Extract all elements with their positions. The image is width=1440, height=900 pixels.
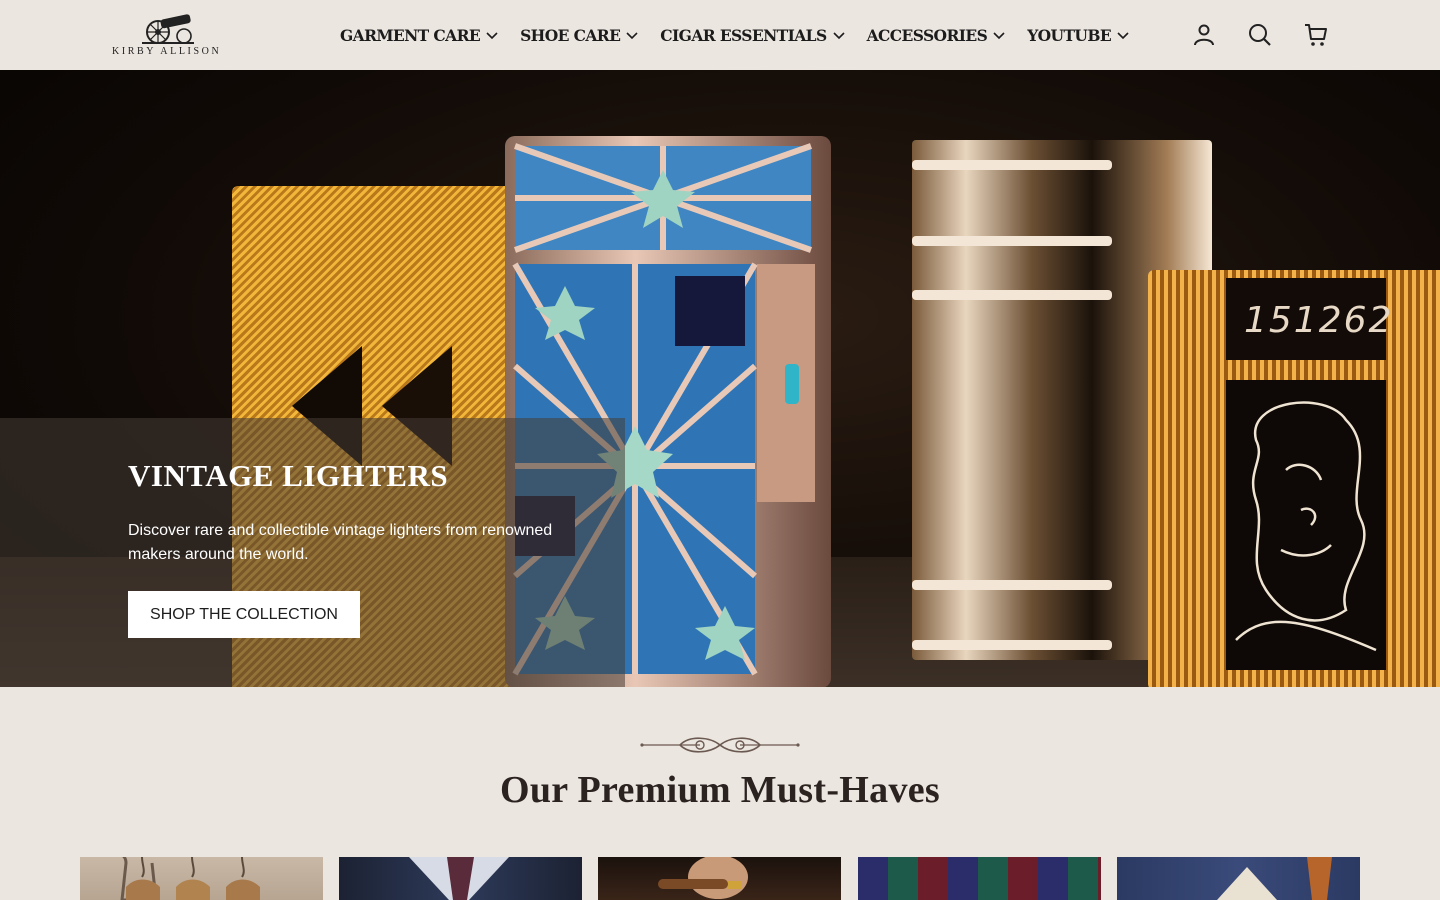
nav-item-cigar-essentials[interactable]: CIGAR ESSENTIALS (660, 25, 845, 45)
suit-and-tie-image (409, 857, 509, 900)
nav-label: YOUTUBE (1027, 25, 1112, 45)
hero-description: Discover rare and collectible vintage li… (128, 522, 553, 563)
product-card-suit[interactable] (339, 857, 582, 900)
brand-logo[interactable]: KIRBY ALLISON (112, 12, 224, 58)
chevron-down-icon (486, 32, 498, 40)
hangers-image (110, 857, 260, 900)
hero-banner: 151262 VINTAGE LIGHTERS Discover rare an… (0, 70, 1440, 687)
nav-item-youtube[interactable]: YOUTUBE (1027, 26, 1129, 45)
chevron-down-icon (1117, 32, 1129, 40)
section-title: Our Premium Must-Haves (499, 769, 941, 811)
product-card-hangers[interactable] (80, 857, 323, 900)
cigar-image (658, 857, 748, 899)
site-header: KIRBY ALLISON GARMENT CARE SHOE CARE CIG… (0, 0, 1440, 70)
account-icon[interactable] (1191, 22, 1217, 48)
nav-label: SHOE CARE (520, 25, 621, 45)
chevron-down-icon (993, 32, 1005, 40)
product-card-ties[interactable] (858, 857, 1101, 900)
chevron-down-icon (833, 32, 845, 40)
nav-item-garment-care[interactable]: GARMENT CARE (340, 26, 498, 45)
hero-title: VINTAGE LIGHTERS (128, 458, 449, 493)
shop-the-collection-button[interactable]: SHOP THE COLLECTION (128, 591, 360, 638)
nav-label: CIGAR ESSENTIALS (660, 25, 827, 45)
product-card-cigar[interactable] (598, 857, 841, 900)
search-icon[interactable] (1247, 22, 1273, 48)
product-card-pocket-square[interactable] (1117, 857, 1360, 900)
cart-icon[interactable] (1303, 22, 1329, 48)
nav-item-accessories[interactable]: ACCESSORIES (867, 26, 1006, 45)
nav-label: GARMENT CARE (340, 25, 481, 45)
brand-name: KIRBY ALLISON (112, 46, 222, 57)
pocket-square-image (1217, 857, 1332, 900)
ties-image (858, 857, 1101, 900)
product-card-row (80, 857, 1360, 900)
main-nav: GARMENT CARE SHOE CARE CIGAR ESSENTIALS … (340, 0, 1151, 70)
cannon-logo-icon (142, 14, 194, 44)
nav-item-shoe-care[interactable]: SHOE CARE (520, 26, 638, 45)
flourish-divider-icon (640, 737, 800, 753)
chevron-down-icon (626, 32, 638, 40)
lighter-serial-text: 151262 (1244, 300, 1394, 341)
nav-label: ACCESSORIES (866, 25, 988, 45)
